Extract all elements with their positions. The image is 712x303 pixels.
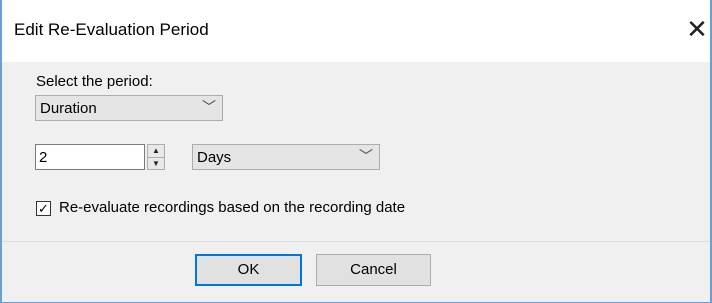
- cancel-button[interactable]: Cancel: [316, 254, 431, 286]
- button-bar: OK Cancel: [2, 241, 710, 302]
- ok-button[interactable]: OK: [195, 254, 302, 286]
- spin-down-icon[interactable]: ▼: [148, 158, 164, 170]
- title-bar: Edit Re-Evaluation Period ✕: [2, 0, 710, 62]
- duration-value-input[interactable]: [35, 144, 145, 170]
- recording-date-checkbox[interactable]: ✓: [36, 201, 51, 216]
- edit-reevaluation-period-dialog: Edit Re-Evaluation Period ✕ Select the p…: [0, 0, 712, 303]
- recording-date-label[interactable]: Re-evaluate recordings based on the reco…: [59, 199, 405, 216]
- spin-up-icon[interactable]: ▲: [148, 145, 164, 158]
- duration-stepper[interactable]: ▲ ▼: [147, 144, 165, 170]
- duration-unit-value: Days: [197, 149, 232, 166]
- chevron-down-icon: ﹀: [359, 148, 373, 164]
- close-icon[interactable]: ✕: [683, 15, 711, 43]
- checkmark-icon: ✓: [38, 201, 49, 216]
- duration-value-field[interactable]: [36, 145, 144, 169]
- period-select[interactable]: Duration ﹀: [35, 95, 223, 121]
- chevron-down-icon: ﹀: [202, 99, 216, 115]
- dialog-title: Edit Re-Evaluation Period: [14, 20, 209, 39]
- dialog-content: Select the period: Duration ﹀ ▲ ▼ Days ﹀…: [2, 62, 710, 241]
- period-label: Select the period:: [36, 73, 153, 90]
- period-select-value: Duration: [40, 100, 97, 117]
- duration-unit-select[interactable]: Days ﹀: [192, 144, 380, 170]
